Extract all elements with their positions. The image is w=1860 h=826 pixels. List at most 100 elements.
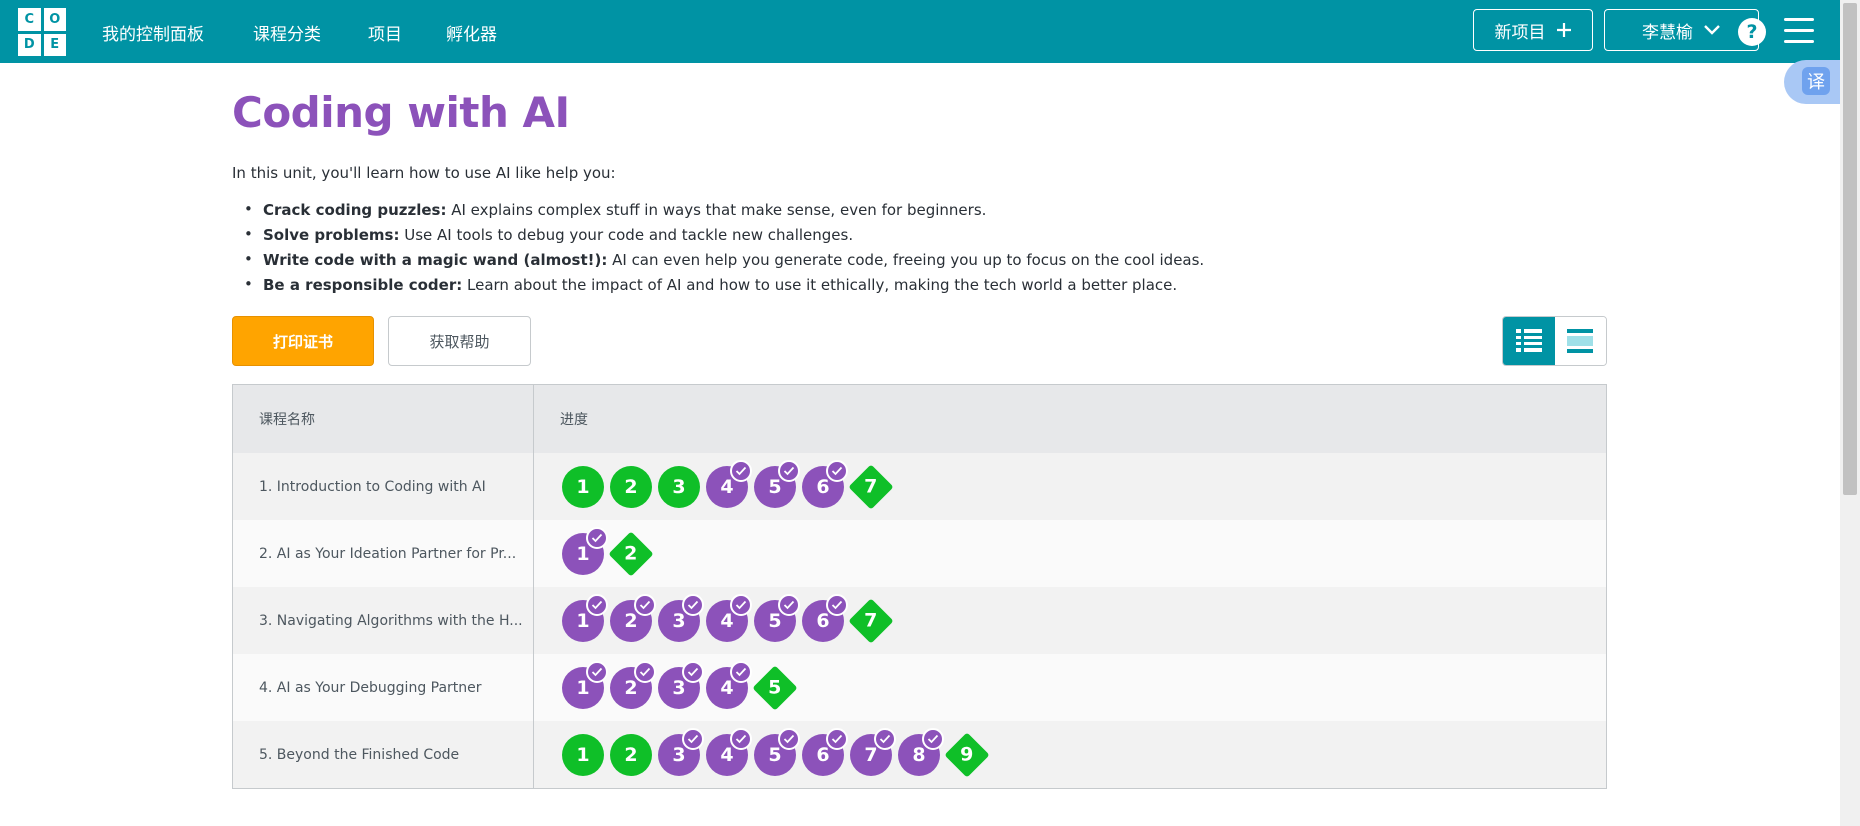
goal-title: Crack coding puzzles:	[263, 201, 447, 219]
table-row: 1. Introduction to Coding with AI 1 2 3 4 5 6 7	[232, 453, 1607, 520]
checkmark-icon	[634, 594, 656, 616]
level-bubble-diamond[interactable]: 7	[848, 598, 894, 644]
goal-item: Crack coding puzzles: AI explains comple…	[232, 200, 1204, 226]
level-bubble[interactable]: 2	[610, 466, 652, 508]
goal-title: Be a responsible coder:	[263, 276, 463, 294]
new-project-label: 新项目	[1494, 22, 1546, 43]
level-bubble[interactable]: 1	[562, 466, 604, 508]
get-help-button[interactable]: 获取帮助	[388, 316, 531, 366]
detail-view-button[interactable]	[1503, 317, 1555, 365]
top-navigation-bar: C O D E 我的控制面板 课程分类 项目 孵化器 新项目 李慧榆 ?	[0, 0, 1860, 63]
summary-view-button[interactable]	[1554, 317, 1606, 365]
help-icon[interactable]: ?	[1738, 18, 1766, 46]
lesson-progress-cell: 1234567	[533, 453, 1607, 520]
user-name: 李慧榆	[1642, 22, 1693, 43]
checkmark-icon	[682, 661, 704, 683]
logo-letter: O	[43, 8, 66, 31]
checkmark-icon	[730, 661, 752, 683]
lesson-progress-table: 课程名称 进度 1. Introduction to Coding with A…	[232, 384, 1607, 789]
scrollbar-thumb[interactable]	[1843, 3, 1857, 495]
checkmark-icon	[730, 460, 752, 482]
goal-text: Use AI tools to debug your code and tack…	[399, 226, 854, 244]
translate-widget[interactable]: 译	[1784, 60, 1840, 104]
level-number: 9	[960, 743, 974, 766]
progress-bubbles: 12	[562, 520, 1606, 587]
checkmark-icon	[682, 594, 704, 616]
checkmark-icon	[586, 661, 608, 683]
checkmark-icon	[586, 594, 608, 616]
goal-text: Learn about the impact of AI and how to …	[462, 276, 1178, 294]
table-row: 3. Navigating Algorithms with the H... 1 2…	[232, 587, 1607, 654]
summary-view-icon	[1567, 329, 1594, 353]
print-certificate-button[interactable]: 打印证书	[232, 316, 374, 366]
level-bubble-diamond[interactable]: 2	[608, 531, 654, 577]
list-view-icon	[1515, 329, 1542, 352]
table-row: 4. AI as Your Debugging Partner 1 2 3 4 5	[232, 654, 1607, 721]
level-bubble-diamond[interactable]: 9	[944, 732, 990, 778]
goal-item: Solve problems: Use AI tools to debug yo…	[232, 225, 1204, 251]
level-bubble-diamond[interactable]: 5	[752, 665, 798, 711]
checkmark-icon	[826, 594, 848, 616]
logo-letter: C	[18, 8, 41, 31]
level-bubble-diamond[interactable]: 7	[848, 464, 894, 510]
checkmark-icon	[586, 527, 608, 549]
column-header-lesson-name: 课程名称	[232, 384, 534, 453]
unit-title: Coding with AI	[232, 88, 570, 137]
chevron-down-icon	[1704, 25, 1720, 35]
lesson-progress-cell: 1234567	[533, 587, 1607, 654]
checkmark-icon	[922, 728, 944, 750]
nav-incubator-link[interactable]: 孵化器	[446, 20, 497, 45]
level-number: 7	[864, 475, 878, 498]
checkmark-icon	[826, 728, 848, 750]
progress-bubbles: 12345	[562, 654, 1606, 721]
checkmark-icon	[826, 460, 848, 482]
lesson-name-link[interactable]: 1. Introduction to Coding with AI	[232, 453, 534, 520]
logo-letter: E	[43, 33, 66, 56]
table-row: 2. AI as Your Ideation Partner for Pr...…	[232, 520, 1607, 587]
progress-bubbles: 1234567	[562, 453, 1606, 520]
level-number: 7	[864, 609, 878, 632]
lesson-progress-cell: 12345	[533, 654, 1607, 721]
new-project-button[interactable]: 新项目	[1473, 9, 1593, 51]
level-bubble[interactable]: 2	[610, 734, 652, 776]
level-bubble[interactable]: 3	[658, 466, 700, 508]
level-number: 5	[768, 676, 782, 699]
table-row: 5. Beyond the Finished Code 1 2 3 4 5 6 7 8 9	[232, 721, 1607, 789]
checkmark-icon	[730, 594, 752, 616]
goal-title: Solve problems:	[263, 226, 400, 244]
goal-text: AI explains complex stuff in ways that m…	[446, 201, 987, 219]
lesson-name-link[interactable]: 3. Navigating Algorithms with the H...	[232, 587, 534, 654]
column-header-progress: 进度	[533, 384, 1607, 453]
hamburger-menu-icon[interactable]	[1784, 18, 1814, 44]
goal-text: AI can even help you generate code, free…	[607, 251, 1205, 269]
checkmark-icon	[730, 728, 752, 750]
unit-goals-list: Crack coding puzzles: AI explains comple…	[232, 200, 1205, 301]
checkmark-icon	[634, 661, 656, 683]
code-org-logo[interactable]: C O D E	[18, 8, 66, 56]
user-menu-button[interactable]: 李慧榆	[1604, 9, 1759, 51]
view-toggle	[1502, 316, 1607, 366]
goal-item: Write code with a magic wand (almost!): …	[232, 250, 1205, 276]
checkmark-icon	[778, 728, 800, 750]
lesson-progress-cell: 123456789	[533, 721, 1607, 789]
checkmark-icon	[874, 728, 896, 750]
nav-dashboard-link[interactable]: 我的控制面板	[102, 20, 204, 45]
lesson-name-link[interactable]: 5. Beyond the Finished Code	[232, 721, 534, 789]
lesson-name-link[interactable]: 4. AI as Your Debugging Partner	[232, 654, 534, 721]
nav-projects-link[interactable]: 项目	[368, 20, 402, 45]
unit-intro: In this unit, you'll learn how to use AI…	[232, 164, 616, 182]
goal-title: Write code with a magic wand (almost!):	[263, 251, 608, 269]
lesson-name-link[interactable]: 2. AI as Your Ideation Partner for Pr...	[232, 520, 534, 587]
logo-letter: D	[18, 33, 41, 56]
lesson-progress-cell: 12	[533, 520, 1607, 587]
level-bubble[interactable]: 1	[562, 734, 604, 776]
nav-course-catalog-link[interactable]: 课程分类	[253, 20, 321, 45]
plus-icon	[1556, 23, 1571, 37]
progress-bubbles: 1234567	[562, 587, 1606, 654]
checkmark-icon	[682, 728, 704, 750]
goal-item: Be a responsible coder: Learn about the …	[232, 275, 1204, 301]
checkmark-icon	[778, 594, 800, 616]
translate-icon: 译	[1802, 67, 1830, 95]
table-header-row: 课程名称 进度	[232, 384, 1607, 453]
level-number: 2	[624, 542, 638, 565]
